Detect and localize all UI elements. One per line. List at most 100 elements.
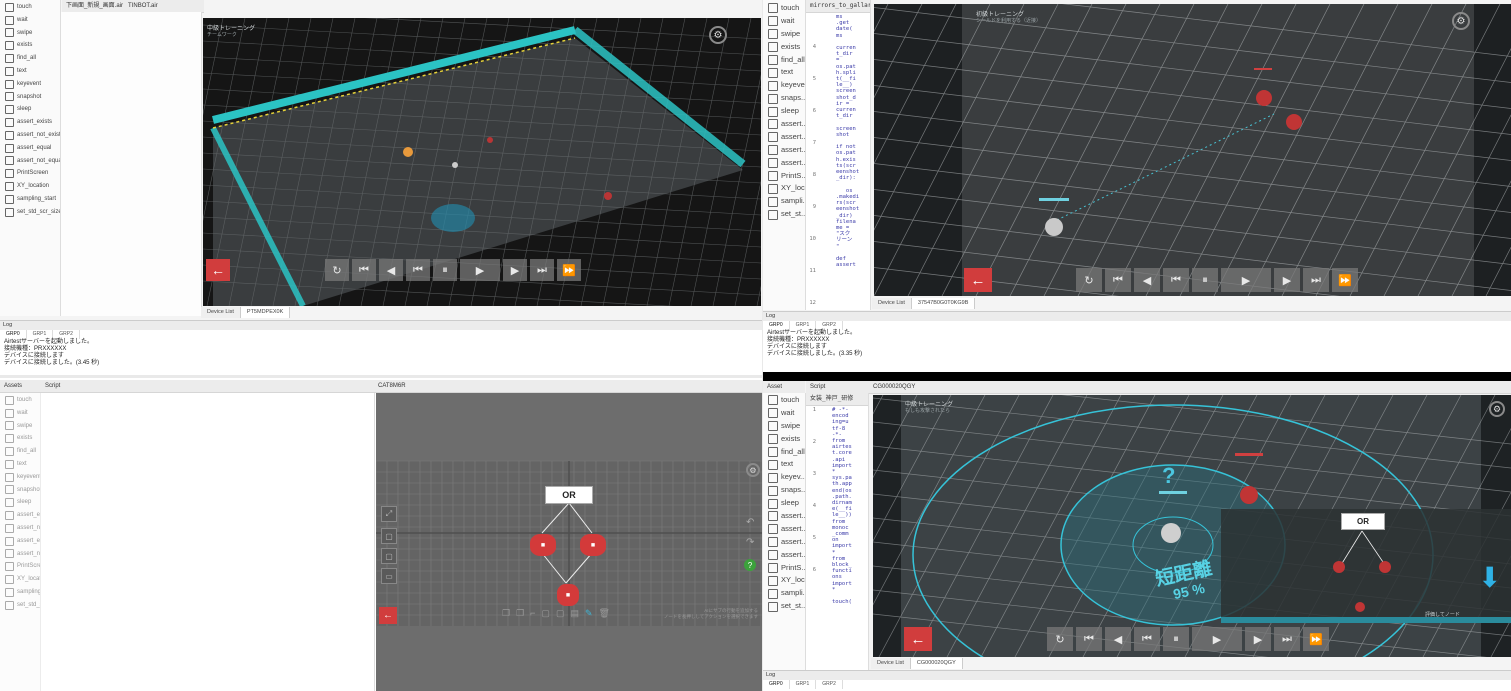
play-icon[interactable]: ▶ — [1192, 627, 1242, 651]
sidebar-item[interactable]: assert_not_exists — [0, 129, 60, 142]
sidebar-item[interactable]: wait — [0, 407, 40, 420]
sidebar-item[interactable]: assert... — [763, 523, 805, 536]
sidebar-item[interactable]: swipe — [763, 28, 805, 41]
sidebar-item[interactable]: text — [0, 458, 40, 471]
sidebar-item[interactable]: find_all — [0, 445, 40, 458]
fast-forward-icon[interactable]: ⏩ — [1332, 268, 1358, 292]
redo-icon[interactable]: ↷ — [746, 537, 754, 548]
sidebar-item[interactable]: exists — [763, 433, 805, 446]
sidebar-item[interactable]: assert... — [763, 144, 805, 157]
tab-device-id[interactable]: CG000020QGY — [910, 658, 963, 669]
sidebar-item[interactable]: find_all — [763, 446, 805, 459]
last-icon[interactable]: ⏭ — [1303, 268, 1329, 292]
gear-icon[interactable]: ⚙ — [709, 26, 727, 44]
first-icon[interactable]: ⏮ — [1105, 268, 1131, 292]
script-tab[interactable]: mirrors_to_gallar... — [806, 0, 870, 13]
node-icon[interactable]: ▢ — [541, 608, 550, 619]
gear-icon[interactable]: ⚙ — [1452, 12, 1470, 30]
sidebar-item[interactable]: touch — [763, 394, 805, 407]
sidebar-item[interactable]: text — [0, 65, 60, 78]
script-editor[interactable] — [41, 393, 375, 691]
expand-icon[interactable]: ⤢ — [381, 506, 397, 522]
log-tab-grp0[interactable]: GRP0 — [763, 680, 790, 689]
sidebar-item[interactable]: swipe — [763, 420, 805, 433]
sidebar-item[interactable]: sampling_start — [0, 193, 60, 206]
game-screen[interactable]: 中級トレーニング チームワーク ⚙ ← ↻ ⏮ ◀ ⏮ ⏸ ▶ ▶ ⏭ ⏩ — [203, 18, 761, 306]
sidebar-item[interactable]: assert... — [763, 118, 805, 131]
ai-editor-screen[interactable]: OR ■ ■ ■ ⤢ ▢ ▢ ▭ ⚙ ↶ ↷ ? ← ❐ ❐ ⌐ ▢ ▢ ▤ ✎ 🗑 AIにサ… — [376, 393, 762, 691]
sidebar-item[interactable]: keyevent — [0, 78, 60, 91]
sidebar-item[interactable]: set_std_scr... — [0, 599, 40, 612]
sidebar-item[interactable]: sleep — [0, 103, 60, 116]
sidebar-item[interactable]: PrintS... — [763, 170, 805, 183]
sidebar-item[interactable]: snaps... — [763, 92, 805, 105]
sidebar-item[interactable]: assert... — [763, 510, 805, 523]
action-node[interactable]: ■ — [580, 534, 606, 556]
tab-device-list[interactable]: Device List — [201, 307, 241, 318]
last-icon[interactable]: ⏭ — [1274, 627, 1300, 651]
sidebar-item[interactable]: keyeve... — [763, 79, 805, 92]
first-icon[interactable]: ⏮ — [1076, 627, 1102, 651]
sidebar-item[interactable]: exists — [763, 41, 805, 54]
log-tab-grp1[interactable]: GRP1 — [27, 330, 54, 339]
sidebar-item[interactable]: snaps... — [763, 484, 805, 497]
sidebar-item[interactable]: exists — [0, 39, 60, 52]
sidebar-item[interactable]: assert_exists — [0, 509, 40, 522]
sidebar-item[interactable]: text — [763, 66, 805, 79]
tool-icon[interactable]: ▢ — [381, 528, 397, 544]
sidebar-item[interactable]: sleep — [0, 496, 40, 509]
sidebar-item[interactable]: text — [763, 458, 805, 471]
node-icon[interactable]: ▢ — [556, 608, 565, 619]
sidebar-item[interactable]: wait — [763, 15, 805, 28]
first-icon[interactable]: ⏮ — [352, 259, 376, 281]
sidebar-item[interactable]: touch — [0, 1, 60, 14]
sidebar-item[interactable]: PrintScreen — [0, 167, 60, 180]
prev-icon[interactable]: ◀ — [379, 259, 403, 281]
next-icon[interactable]: ▶ — [503, 259, 527, 281]
sidebar-item[interactable]: touch — [0, 394, 40, 407]
prev-icon[interactable]: ◀ — [1105, 627, 1131, 651]
log-tab-grp2[interactable]: GRP2 — [816, 321, 843, 330]
sidebar-item[interactable]: sampli... — [763, 195, 805, 208]
or-node[interactable]: OR — [1341, 513, 1385, 530]
tool-icon[interactable]: ▭ — [381, 568, 397, 584]
sidebar-item[interactable]: keyevent — [0, 471, 40, 484]
sidebar-item[interactable]: wait — [0, 14, 60, 27]
action-node[interactable]: ■ — [530, 534, 556, 556]
sidebar-item[interactable]: assert... — [763, 131, 805, 144]
help-icon[interactable]: ? — [744, 559, 756, 571]
or-node[interactable]: OR — [545, 486, 593, 504]
sidebar-item[interactable]: set_st... — [763, 208, 805, 221]
sidebar-item[interactable]: sampli... — [763, 587, 805, 600]
sidebar-item[interactable]: XY_location — [0, 573, 40, 586]
sidebar-item[interactable]: set_st... — [763, 600, 805, 613]
sidebar-item[interactable]: swipe — [0, 27, 60, 40]
log-tab-grp2[interactable]: GRP2 — [53, 330, 80, 339]
tab-1[interactable]: 下画面_新規_画面.air — [66, 3, 123, 9]
reload-icon[interactable]: ↻ — [1047, 627, 1073, 651]
sidebar-item[interactable]: XY_loc... — [763, 182, 805, 195]
prev-step-icon[interactable]: ⏮ — [406, 259, 430, 281]
bracket-icon[interactable]: ⌐ — [530, 608, 535, 619]
back-button[interactable]: ← — [964, 268, 992, 292]
sidebar-item[interactable]: assert_exists — [0, 116, 60, 129]
sidebar-item[interactable]: sleep — [763, 105, 805, 118]
back-button[interactable]: ← — [379, 607, 397, 624]
sidebar-item[interactable]: exists — [0, 432, 40, 445]
prev-step-icon[interactable]: ⏮ — [1134, 627, 1160, 651]
sidebar-item[interactable]: find_all — [0, 52, 60, 65]
sidebar-item[interactable]: XY_location — [0, 180, 60, 193]
tool-icon[interactable]: ▢ — [381, 548, 397, 564]
reload-icon[interactable]: ↻ — [325, 259, 349, 281]
sidebar-item[interactable]: assert_equal — [0, 535, 40, 548]
sidebar-item[interactable]: XY_loc... — [763, 574, 805, 587]
sidebar-item[interactable]: find_all — [763, 54, 805, 67]
tab-device-list[interactable]: Device List — [872, 298, 912, 309]
script-editor[interactable]: mirrors_to_gallar... 4 5 6 7 8 9 10 11 12 ms .ge… — [806, 0, 871, 310]
sidebar-item[interactable]: keyev... — [763, 471, 805, 484]
sidebar-item[interactable]: set_std_scr_size — [0, 206, 60, 219]
log-tab-grp2[interactable]: GRP2 — [816, 680, 843, 689]
doc-icon[interactable]: ▤ — [570, 608, 579, 619]
log-tab-grp0[interactable]: GRP0 — [763, 321, 790, 330]
sidebar-item[interactable]: sleep — [763, 497, 805, 510]
